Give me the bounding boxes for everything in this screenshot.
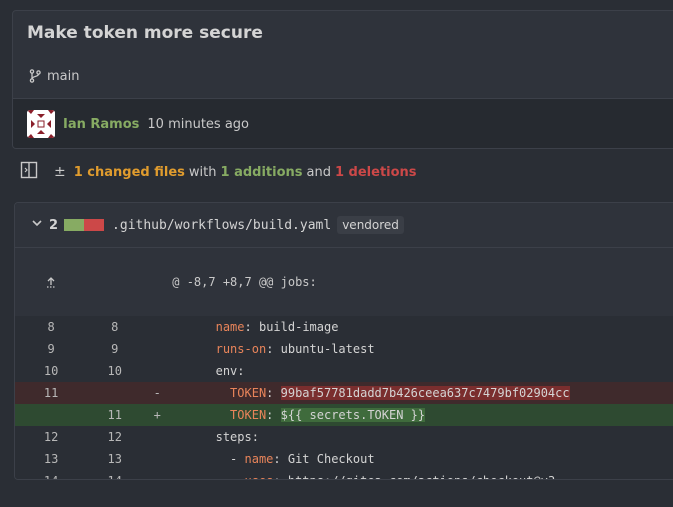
- branch-name: main: [47, 68, 80, 84]
- new-line-number[interactable]: 13: [87, 448, 142, 470]
- new-line-number[interactable]: 8: [87, 316, 142, 338]
- author-name[interactable]: Ian Ramos: [63, 117, 139, 132]
- hunk-header-row: @ -8,7 +8,7 @@ jobs:: [15, 248, 673, 316]
- additions-count: 1 additions: [220, 164, 303, 180]
- diff-sign: -: [153, 386, 161, 400]
- diff-line-ctx: 12 12 steps:: [15, 426, 673, 448]
- old-line-number[interactable]: 11: [15, 382, 87, 404]
- changed-value: ${{ secrets.TOKEN }}: [280, 408, 426, 422]
- diff-sign: [142, 360, 172, 382]
- old-line-number[interactable]: [15, 404, 87, 426]
- expand-up-button[interactable]: [15, 248, 87, 316]
- code-line: TOKEN: ${{ secrets.TOKEN }}: [230, 408, 426, 422]
- diff-sign: [142, 448, 172, 470]
- diff-stats: ± 1 changed files with 1 additions and 1…: [20, 160, 417, 184]
- file-header: 2 .github/workflows/build.yaml vendored: [15, 203, 673, 248]
- commit-time: 10 minutes ago: [147, 116, 249, 132]
- diff-sign: [142, 316, 172, 338]
- new-line-number[interactable]: 9: [87, 338, 142, 360]
- file-diff: 2 .github/workflows/build.yaml vendored …: [14, 202, 673, 480]
- commit-header: Make token more secure main Ian Ramos 10…: [12, 10, 673, 149]
- avatar[interactable]: [27, 110, 55, 138]
- diff-stat-bar: [64, 219, 105, 231]
- file-name[interactable]: .github/workflows/build.yaml: [112, 218, 331, 233]
- diff-sign: [142, 426, 172, 448]
- yaml-key: name: [215, 320, 245, 334]
- code-line: uses: https://gitea.com/actions/checkout…: [172, 470, 673, 479]
- code-line: steps:: [215, 430, 259, 444]
- chevron-down-icon[interactable]: [15, 217, 43, 233]
- diff-line-ctx: 13 13 - name: Git Checkout: [15, 448, 673, 470]
- old-line-number[interactable]: 12: [15, 426, 87, 448]
- yaml-key: runs-on: [215, 342, 267, 356]
- diff-line-del: 11 - TOKEN: 99baf57781dadd7b426ceea637c74…: [15, 382, 673, 404]
- stats-and: and: [306, 164, 331, 180]
- diff-line-add: 11 + TOKEN: ${{ secrets.TOKEN }}: [15, 404, 673, 426]
- code-line: runs-on: ubuntu-latest: [215, 342, 375, 356]
- diff-line-ctx: 10 10 env:: [15, 360, 673, 382]
- vendored-badge: vendored: [337, 216, 404, 234]
- new-line-number[interactable]: [87, 382, 142, 404]
- code-line: TOKEN: 99baf57781dadd7b426ceea637c7479bf…: [230, 386, 570, 400]
- branch-indicator[interactable]: main: [27, 68, 79, 84]
- changed-value: 99baf57781dadd7b426ceea637c7479bf02904cc: [280, 386, 570, 400]
- split-view-icon[interactable]: [20, 161, 54, 183]
- old-line-number[interactable]: 10: [15, 360, 87, 382]
- hunk-header: @ -8,7 +8,7 @@ jobs:: [172, 275, 317, 289]
- diff-line-ctx: 99 runs-on: ubuntu-latest: [15, 338, 673, 360]
- new-line-number[interactable]: 11: [87, 404, 142, 426]
- diff-sign: [142, 338, 172, 360]
- yaml-key: TOKEN: [230, 386, 267, 400]
- yaml-key: TOKEN: [230, 408, 267, 422]
- file-change-count: 2: [49, 217, 59, 233]
- deletions-count: 1 deletions: [334, 164, 417, 180]
- code-line: - name: Git Checkout: [172, 452, 375, 466]
- old-line-number[interactable]: 8: [15, 316, 87, 338]
- commit-title: Make token more secure: [27, 23, 263, 43]
- diff-sign: [142, 470, 172, 479]
- diff-line-ctx: 1414 uses: https://gitea.com/actions/che…: [15, 470, 673, 479]
- new-line-number[interactable]: 14: [87, 470, 142, 479]
- code-line: env:: [215, 364, 245, 378]
- yaml-key: uses: [245, 474, 274, 479]
- plus-minus-icon: ±: [54, 164, 66, 180]
- diff-sign: +: [153, 408, 161, 422]
- yaml-key: name: [244, 452, 274, 466]
- new-line-number[interactable]: 10: [87, 360, 142, 382]
- new-line-number[interactable]: 12: [87, 426, 142, 448]
- changed-files-link[interactable]: 1 changed files: [74, 165, 185, 180]
- old-line-number[interactable]: 14: [15, 470, 87, 479]
- diff-table: @ -8,7 +8,7 @@ jobs: 88 name: build-imag…: [15, 248, 673, 479]
- git-branch-icon: [27, 68, 43, 84]
- old-line-number[interactable]: 13: [15, 448, 87, 470]
- diff-line-ctx: 88 name: build-image: [15, 316, 673, 338]
- stats-with: with: [188, 164, 217, 180]
- code-line: name: build-image: [215, 320, 339, 334]
- commit-author-bar: Ian Ramos 10 minutes ago: [13, 98, 673, 148]
- old-line-number[interactable]: 9: [15, 338, 87, 360]
- expand-up-icon: [47, 277, 56, 288]
